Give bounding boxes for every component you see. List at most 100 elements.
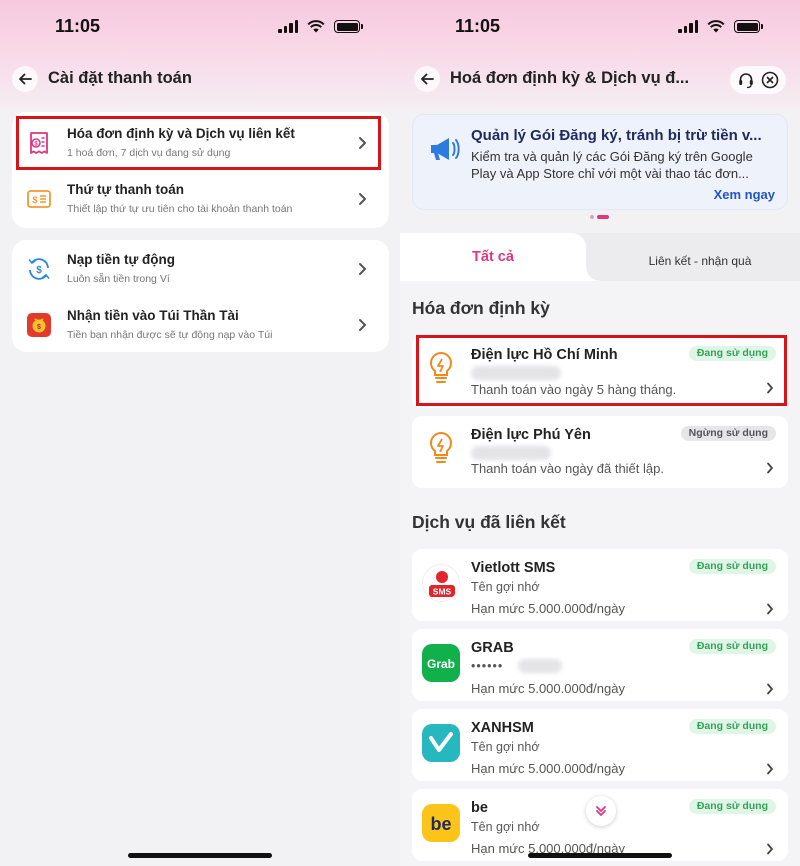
wifi-icon — [707, 20, 725, 33]
service-name: XANHSM — [471, 720, 534, 736]
highlight-box — [416, 335, 787, 406]
menu-item-subtitle: Luôn sẵn tiền trong Ví — [67, 273, 170, 285]
menu-item-title: Thứ tự thanh toán — [67, 182, 185, 197]
subscription-banner[interactable]: Quản lý Gói Đăng ký, tránh bị trừ tiền v… — [412, 114, 788, 210]
nav-bar: Cài đặt thanh toán — [0, 64, 400, 94]
status-bar: 11:05 — [400, 14, 800, 40]
service-nickname: Tên gợi nhớ — [471, 740, 540, 754]
tab-all[interactable]: Tất cả — [400, 233, 600, 281]
be-logo: be — [422, 804, 460, 842]
svg-text:SMS: SMS — [433, 587, 452, 597]
redacted-account — [471, 446, 551, 460]
back-arrow-icon — [19, 73, 32, 85]
nav-actions — [730, 66, 786, 94]
menu-item-title: Nhận tiền vào Túi Thần Tài — [67, 308, 239, 323]
service-card[interactable]: SMS Vietlott SMS Đang sử dụng Tên gợi nh… — [412, 549, 788, 621]
service-nickname: Tên gợi nhớ — [471, 820, 540, 834]
service-card[interactable]: Grab GRAB Đang sử dụng •••••• Hạn mức 5.… — [412, 629, 788, 701]
service-card[interactable]: XANHSM Đang sử dụng Tên gợi nhớ Hạn mức … — [412, 709, 788, 781]
signal-icon — [278, 20, 298, 33]
signal-icon — [678, 20, 698, 33]
auto-topup-icon: $ — [28, 258, 50, 280]
status-bar: 11:05 — [0, 14, 400, 40]
chevron-down-icon — [596, 806, 606, 816]
service-name: be — [471, 800, 488, 816]
battery-icon — [734, 20, 763, 33]
vietlott-logo: SMS — [422, 564, 460, 602]
banner-title: Quản lý Gói Đăng ký, tránh bị trừ tiền v… — [471, 127, 762, 144]
svg-text:$: $ — [36, 265, 42, 276]
banner-description: Kiểm tra và quản lý các Gói Đăng ký trên… — [471, 149, 753, 181]
battery-icon — [334, 20, 363, 33]
home-indicator — [128, 853, 272, 858]
tab-linked-rewards[interactable]: Liên kết - nhận quà — [600, 254, 800, 268]
chevron-right-icon — [767, 603, 773, 615]
chevron-right-icon — [359, 193, 366, 205]
close-icon[interactable] — [761, 71, 779, 89]
highlight-box — [16, 116, 381, 170]
svg-text:be: be — [430, 814, 451, 834]
redacted-account — [518, 659, 562, 673]
lucky-bag-icon: $ — [27, 313, 51, 337]
service-name: Vietlott SMS — [471, 560, 556, 576]
support-icon[interactable] — [737, 71, 755, 89]
back-button[interactable] — [12, 66, 38, 92]
service-name: GRAB — [471, 640, 514, 656]
chevron-right-icon — [767, 763, 773, 775]
back-button[interactable] — [414, 66, 440, 92]
megaphone-icon — [431, 138, 460, 160]
chevron-right-icon — [767, 843, 773, 855]
menu-item-payment-order[interactable]: $ Thứ tự thanh toán Thiết lập thứ tự ưu … — [12, 172, 389, 228]
chevron-right-icon — [359, 319, 366, 331]
recurring-bills-screen: 11:05 Hoá đơn định kỳ & Dịch vụ đ... Quả… — [400, 0, 800, 866]
menu-item-subtitle: Tiền bạn nhận được sẽ tự động nạp vào Tú… — [67, 329, 273, 341]
scroll-down-button[interactable] — [586, 796, 616, 826]
bill-info: Thanh toán vào ngày đã thiết lập. — [471, 461, 664, 476]
service-limit: Hạn mức 5.000.000đ/ngày — [471, 761, 625, 776]
status-badge: Đang sử dụng — [688, 799, 776, 814]
svg-text:$: $ — [37, 324, 41, 331]
status-time: 11:05 — [55, 16, 101, 36]
menu-item-lucky-bag[interactable]: $ Nhận tiền vào Túi Thần Tài Tiền bạn nh… — [12, 298, 389, 354]
status-icons — [678, 20, 763, 33]
banner-link[interactable]: Xem ngay — [714, 187, 775, 202]
status-time: 11:05 — [455, 16, 501, 36]
services-section-title: Dịch vụ đã liên kết — [412, 512, 566, 532]
status-icons — [278, 20, 363, 33]
carousel-dots — [590, 215, 609, 219]
settings-screen: 11:05 Cài đặt thanh toán $ Hóa đơn định … — [0, 0, 400, 866]
payment-order-icon: $ — [27, 190, 51, 208]
page-title: Cài đặt thanh toán — [48, 69, 192, 87]
home-indicator — [528, 853, 672, 858]
svg-text:$: $ — [32, 195, 37, 205]
status-badge: Đang sử dụng — [688, 719, 776, 734]
page-title: Hoá đơn định kỳ & Dịch vụ đ... — [450, 69, 690, 87]
nav-bar: Hoá đơn định kỳ & Dịch vụ đ... — [400, 64, 800, 94]
bulb-icon — [430, 431, 452, 463]
service-nickname: Tên gợi nhớ — [471, 580, 540, 594]
tab-all-label: Tất cả — [472, 249, 514, 265]
xanhsm-logo — [422, 724, 460, 762]
wifi-icon — [307, 20, 325, 33]
service-account: •••••• — [471, 659, 504, 673]
svg-text:Grab: Grab — [427, 657, 455, 671]
carousel-dot — [590, 215, 594, 219]
menu-item-title: Nạp tiền tự động — [67, 252, 176, 267]
chevron-right-icon — [767, 462, 773, 474]
status-badge: Đang sử dụng — [688, 559, 776, 574]
chevron-right-icon — [767, 683, 773, 695]
auto-funds-card: $ Nạp tiền tự động Luôn sẵn tiền trong V… — [12, 240, 389, 352]
chevron-right-icon — [359, 263, 366, 275]
menu-item-subtitle: Thiết lập thứ tự ưu tiên cho tài khoản t… — [67, 203, 293, 215]
status-badge: Ngừng sử dụng — [680, 426, 776, 441]
carousel-dot-active — [597, 215, 609, 219]
service-limit: Hạn mức 5.000.000đ/ngày — [471, 601, 625, 616]
status-badge: Đang sử dụng — [688, 639, 776, 654]
menu-item-auto-topup[interactable]: $ Nạp tiền tự động Luôn sẵn tiền trong V… — [12, 242, 389, 298]
bills-section-title: Hóa đơn định kỳ — [412, 298, 550, 318]
grab-logo: Grab — [422, 644, 460, 682]
tab-bar: Tất cả Liên kết - nhận quà — [400, 233, 800, 281]
bill-card[interactable]: Điện lực Phú Yên Ngừng sử dụng Thanh toá… — [412, 416, 788, 488]
back-arrow-icon — [421, 73, 434, 85]
service-limit: Hạn mức 5.000.000đ/ngày — [471, 681, 625, 696]
